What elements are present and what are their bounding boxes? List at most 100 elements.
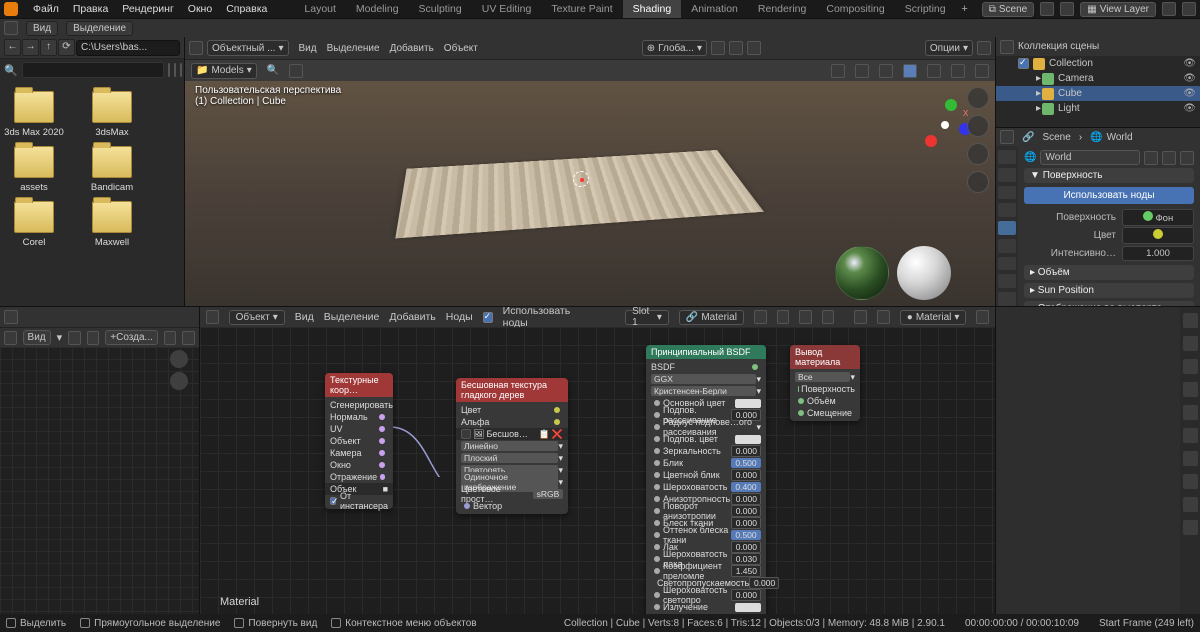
node-socket-out[interactable]: BSDF	[646, 361, 766, 373]
ne-region-icon[interactable]	[976, 310, 989, 324]
node-socket-in[interactable]: Шероховатость0.400	[646, 481, 766, 493]
eye-icon[interactable]: 👁	[1183, 103, 1196, 114]
strength-value[interactable]: 1.000	[1122, 246, 1194, 261]
menu-окно[interactable]: Окно	[181, 0, 219, 18]
vp-camera-icon[interactable]	[967, 143, 989, 165]
vp-shading-solid-icon[interactable]	[927, 64, 941, 78]
workspace-tab-uv editing[interactable]: UV Editing	[472, 0, 542, 18]
color-value[interactable]	[1122, 227, 1194, 244]
vp-menu-добавить[interactable]: Добавить	[390, 43, 434, 54]
workspace-tab-texture paint[interactable]: Texture Paint	[541, 0, 622, 18]
rp-tab-x3[interactable]	[1183, 474, 1198, 489]
rp-tab-tool[interactable]	[1183, 336, 1198, 351]
vp-mode-selector[interactable]: Объектный ...▾	[207, 40, 289, 56]
ne-menu-ноды[interactable]: Ноды	[446, 311, 473, 323]
rp-tab-item[interactable]	[1183, 313, 1198, 328]
node-dropdown[interactable]: Плоский▾	[456, 452, 568, 464]
vp-tool1-icon[interactable]	[289, 64, 303, 78]
vp-shading-matprev-icon[interactable]	[951, 64, 965, 78]
node-dropdown[interactable]: Кристенсен-Берли▾	[646, 385, 766, 397]
layer-new-icon[interactable]	[1162, 2, 1176, 16]
layer-del-icon[interactable]	[1182, 2, 1196, 16]
3d-viewport[interactable]: Объектный ...▾ ВидВыделениеДобавитьОбъек…	[185, 37, 995, 306]
vp-pivot-dropdown[interactable]: 📁Models▾	[191, 63, 257, 79]
img-view-menu[interactable]: Вид	[23, 330, 51, 345]
tab-modifier[interactable]	[998, 257, 1016, 271]
ne-del-icon[interactable]	[822, 310, 835, 324]
ne-editor-icon[interactable]	[206, 310, 219, 324]
node-dropdown[interactable]: Все▾	[790, 371, 860, 383]
outliner-editor-icon[interactable]	[1000, 40, 1014, 54]
workspace-tab-shading[interactable]: Shading	[623, 0, 682, 18]
world-copy-icon[interactable]	[1162, 151, 1176, 165]
section-head[interactable]: ▸ Отображение во вьюпорте	[1024, 301, 1194, 306]
workspace-add-button[interactable]: +	[958, 3, 972, 15]
world-new-icon[interactable]	[1144, 151, 1158, 165]
eye-icon[interactable]: 👁	[1183, 73, 1196, 84]
node-socket-out[interactable]: Альфа	[456, 416, 568, 428]
ne-menu-выделение[interactable]: Выделение	[324, 311, 380, 323]
ne-snap-icon[interactable]	[854, 310, 867, 324]
shader-node-editor[interactable]: Объект▾ ВидВыделениеДобавитьНоды Использ…	[200, 307, 995, 614]
viewlayer-selector[interactable]: ▦View Layer	[1080, 2, 1156, 17]
node-socket-out[interactable]: Окно	[325, 459, 393, 471]
node-principled-bsdf[interactable]: Принципиальный BSDF BSDFGGX▾Кристенсен-Б…	[646, 345, 766, 614]
vp-menu-объект[interactable]: Объект	[444, 43, 478, 54]
vp-options[interactable]: Опции▾	[925, 40, 973, 56]
rp-tab-node[interactable]	[1183, 382, 1198, 397]
rp-tab-x1[interactable]	[1183, 428, 1198, 443]
rp-tab-x2[interactable]	[1183, 451, 1198, 466]
nav-gizmo[interactable]: X	[919, 99, 969, 149]
fb-view-menu[interactable]: Вид	[26, 21, 58, 36]
workspace-tab-compositing[interactable]: Compositing	[816, 0, 894, 18]
outliner-item[interactable]: Collection👁	[996, 56, 1200, 71]
folder-item[interactable]: Bandicam	[82, 146, 142, 193]
img-uv-icon[interactable]	[68, 331, 81, 345]
rp-tab-x4[interactable]	[1183, 497, 1198, 512]
vp-pivot-icon[interactable]	[711, 41, 725, 55]
img-pan-icon[interactable]	[170, 372, 188, 390]
node-socket-in[interactable]: Коэффициент преломле1.450	[646, 565, 766, 577]
folder-item[interactable]: Corel	[4, 201, 64, 248]
tab-viewlayer[interactable]	[998, 186, 1016, 200]
fb-fwd-button[interactable]: →	[22, 39, 39, 56]
node-socket-out[interactable]: Сгенерировать	[325, 399, 393, 411]
fb-path-field[interactable]: C:\Users\bas...	[76, 40, 180, 56]
fb-back-button[interactable]: ←	[4, 39, 21, 56]
folder-item[interactable]: 3dsMax	[82, 91, 142, 138]
section-surface[interactable]: ▼ Поверхность	[1024, 168, 1194, 183]
node-socket-in[interactable]: Излучение	[646, 601, 766, 613]
use-nodes-button[interactable]: Использовать ноды	[1024, 187, 1194, 204]
eye-icon[interactable]: 👁	[1183, 88, 1196, 99]
use-nodes-check[interactable]	[483, 312, 493, 323]
vp-zoom-icon[interactable]	[967, 87, 989, 109]
node-socket-in[interactable]: Радиус подпове…ого рассеивания▾	[646, 421, 766, 433]
node-socket-out[interactable]: Цвет	[456, 404, 568, 416]
img-image-icon[interactable]	[87, 331, 100, 345]
section-head[interactable]: ▸ Sun Position	[1024, 283, 1194, 298]
vp-shading-render-icon[interactable]	[975, 64, 989, 78]
node-socket-in[interactable]: Цветной блик0.000	[646, 469, 766, 481]
vp-pan-icon[interactable]	[967, 115, 989, 137]
ne-new-icon[interactable]	[777, 310, 790, 324]
node-socket-in[interactable]: Смещение	[790, 407, 860, 419]
fb-filter-icon[interactable]	[180, 63, 182, 77]
vp-menu-вид[interactable]: Вид	[299, 43, 317, 54]
node-socket-in[interactable]: Блик0.500	[646, 457, 766, 469]
folder-item[interactable]: assets	[4, 146, 64, 193]
vp-shading-wire-icon[interactable]	[903, 64, 917, 78]
tab-scene[interactable]	[998, 203, 1016, 217]
fb-up-button[interactable]: ↑	[40, 39, 57, 56]
props-world-crumb[interactable]: World	[1107, 132, 1133, 143]
ne-mode-select[interactable]: Объект▾	[229, 310, 285, 325]
tab-particle[interactable]	[998, 274, 1016, 288]
ne-slot-select[interactable]: Slot 1▾	[625, 310, 669, 325]
node-material-output[interactable]: Вывод материала Все▾ПоверхностьОбъёмСмещ…	[790, 345, 860, 421]
fb-search-input[interactable]	[22, 62, 164, 78]
rp-tab-view[interactable]	[1183, 359, 1198, 374]
fb-editor-icon[interactable]	[4, 21, 18, 35]
ne-pin-icon[interactable]	[754, 310, 767, 324]
menu-файл[interactable]: Файл	[26, 0, 66, 18]
fb-display-icon[interactable]	[168, 63, 170, 77]
fb-refresh-button[interactable]: ⟳	[58, 39, 75, 56]
